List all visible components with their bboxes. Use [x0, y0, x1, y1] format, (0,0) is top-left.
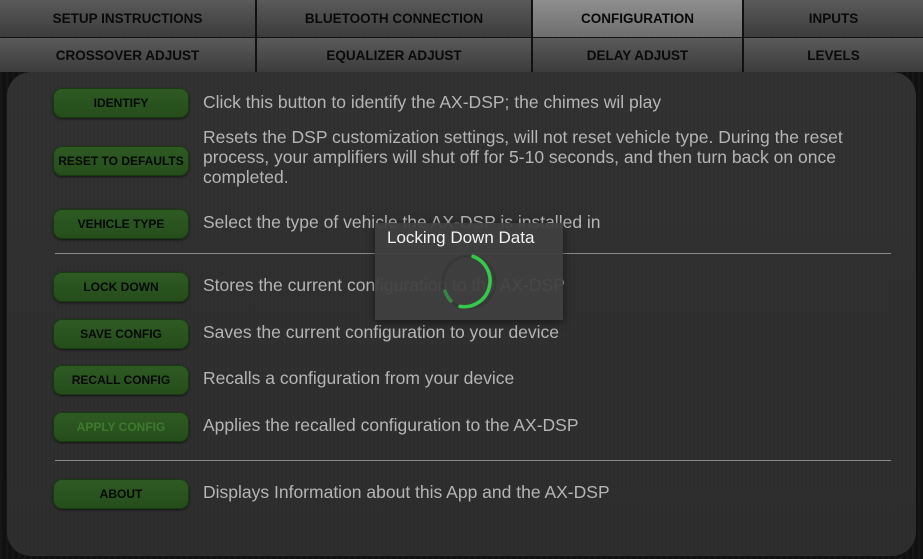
save-config-description: Saves the current configuration to your … — [203, 322, 560, 342]
about-button[interactable]: ABOUT — [53, 479, 189, 509]
tab-bluetooth-connection[interactable]: BLUETOOTH CONNECTION — [257, 0, 533, 37]
tab-setup-instructions[interactable]: SETUP INSTRUCTIONS — [0, 0, 257, 37]
save-config-button[interactable]: SAVE CONFIG — [53, 319, 189, 349]
identify-description: Click this button to identify the AX-DSP… — [203, 92, 662, 112]
recall-config-description: Recalls a configuration from your device — [203, 368, 515, 388]
loading-dialog: Locking Down Data — [375, 223, 563, 320]
loading-spinner-icon — [441, 254, 497, 310]
lock-down-button[interactable]: LOCK DOWN — [53, 272, 189, 302]
tab-crossover-adjust[interactable]: CROSSOVER ADJUST — [0, 38, 257, 72]
reset-to-defaults-button[interactable]: RESET TO DEFAULTS — [53, 146, 189, 176]
vehicle-type-button[interactable]: VEHICLE TYPE — [53, 209, 189, 239]
tab-equalizer-adjust[interactable]: EQUALIZER ADJUST — [257, 38, 533, 72]
tab-inputs[interactable]: INPUTS — [744, 0, 923, 37]
loading-dialog-title: Locking Down Data — [387, 228, 535, 247]
tab-delay-adjust[interactable]: DELAY ADJUST — [533, 38, 744, 72]
tab-levels[interactable]: LEVELS — [744, 38, 923, 72]
identify-button[interactable]: IDENTIFY — [53, 88, 189, 118]
recall-config-button[interactable]: RECALL CONFIG — [53, 365, 189, 395]
tab-bar-primary: SETUP INSTRUCTIONS BLUETOOTH CONNECTION … — [0, 0, 923, 37]
tab-bar-secondary: CROSSOVER ADJUST EQUALIZER ADJUST DELAY … — [0, 38, 923, 72]
about-description: Displays Information about this App and … — [203, 482, 610, 502]
apply-config-button[interactable]: APPLY CONFIG — [53, 412, 189, 442]
divider-bottom — [55, 460, 891, 461]
reset-description: Resets the DSP customization settings, w… — [203, 127, 843, 187]
tab-configuration[interactable]: CONFIGURATION — [533, 0, 744, 37]
apply-config-description: Applies the recalled configuration to th… — [203, 415, 579, 435]
